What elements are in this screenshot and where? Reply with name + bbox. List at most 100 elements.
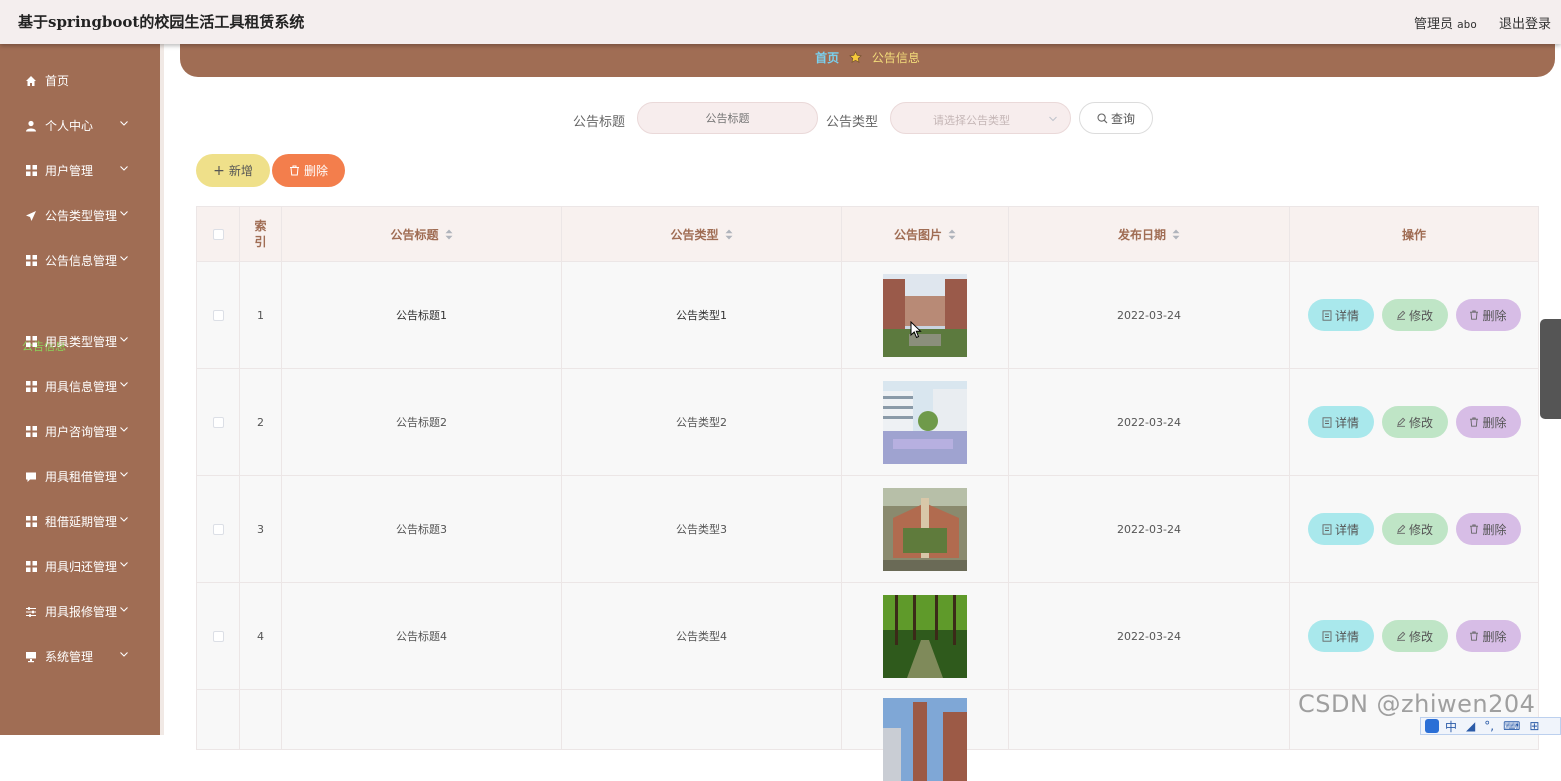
chevron-down-icon [120,517,128,522]
batch-delete-button[interactable]: 删除 [272,154,345,187]
sidebar-item-tool-return-management[interactable]: 用具归还管理 [0,544,160,589]
search-icon [1097,112,1108,123]
detail-button[interactable]: 详情 [1307,620,1374,652]
edit-button[interactable]: 修改 [1381,299,1448,331]
cell-title: 公告标题1 [282,262,562,368]
edit-icon [1396,524,1406,534]
notice-image[interactable] [883,698,967,781]
chevron-down-icon [120,382,128,387]
ime-quote[interactable]: °, [1484,719,1494,733]
breadcrumb-home[interactable]: 首页 [815,51,839,65]
notice-image[interactable] [883,273,967,357]
grid-icon [25,336,37,348]
edit-button[interactable]: 修改 [1381,513,1448,545]
notice-image[interactable] [883,594,967,678]
current-user: 管理员 abo [1414,17,1481,32]
detail-button[interactable]: 详情 [1307,299,1374,331]
sort-icon[interactable] [1172,229,1180,240]
row-checkbox[interactable] [212,416,224,428]
query-button-label: 查询 [1110,111,1135,126]
edit-button[interactable]: 修改 [1381,406,1448,438]
sidebar-item-tool-rental-management[interactable]: 用具租借管理 [0,454,160,499]
select-all-cell [197,207,240,261]
breadcrumb: 首页 公告信息 [180,49,1555,67]
add-button[interactable]: + 新增 [196,154,270,187]
delete-button[interactable]: 删除 [1455,513,1521,545]
row-checkbox[interactable] [212,630,224,642]
sidebar-item-notice-info-management[interactable]: 公告信息管理 [0,238,160,283]
header-title[interactable]: 公告标题 [282,207,562,261]
row-checkbox[interactable] [212,309,224,321]
sort-icon[interactable] [948,229,956,240]
grid-icon [25,165,37,177]
sliders-icon [25,606,37,618]
sidebar-item-label: 用具归还管理 [45,560,118,574]
chevron-down-icon [120,562,128,567]
cell-date: 2022-03-24 [1009,369,1290,475]
chevron-down-icon [1049,116,1057,122]
sort-icon[interactable] [445,229,453,240]
sidebar-item-notice-type-management[interactable]: 公告类型管理 [0,193,160,238]
header-type[interactable]: 公告类型 [562,207,842,261]
sidebar-item-system-management[interactable]: 系统管理 [0,634,160,679]
edit-button-label: 修改 [1408,308,1433,323]
plus-icon: + [213,162,225,179]
ime-toolbar[interactable]: 中 ◢ °, ⌨ ⊞ [1420,717,1561,735]
edit-icon [1396,417,1406,427]
sort-icon[interactable] [725,229,733,240]
delete-button[interactable]: 删除 [1455,406,1521,438]
sidebar-divider [160,44,164,735]
detail-button[interactable]: 详情 [1307,406,1374,438]
detail-button[interactable]: 详情 [1307,513,1374,545]
delete-button[interactable]: 删除 [1455,299,1521,331]
detail-button-label: 详情 [1334,308,1359,323]
delete-button[interactable]: 删除 [1455,620,1521,652]
star-icon [849,51,862,67]
cell-index: 4 [240,583,282,689]
search-type-placeholder: 请选择公告类型 [933,114,1010,127]
query-button[interactable]: 查询 [1079,102,1153,134]
delete-button-label: 删除 [1482,629,1507,644]
select-all-checkbox[interactable] [212,228,224,240]
batch-delete-label: 删除 [303,164,328,178]
chevron-down-icon [120,472,128,477]
sidebar-item-user-consult-management[interactable]: 用户咨询管理 [0,409,160,454]
sidebar-item-label: 首页 [45,74,70,88]
delete-button-label: 删除 [1482,522,1507,537]
search-type-select[interactable]: 请选择公告类型 [890,102,1071,134]
notice-image[interactable] [883,487,967,571]
header-date[interactable]: 发布日期 [1009,207,1290,261]
ime-mode[interactable]: 中 [1445,718,1457,735]
sidebar-item-tool-repair-management[interactable]: 用具报修管理 [0,589,160,634]
grid-icon [25,426,37,438]
sidebar-item-rental-extension-management[interactable]: 租借延期管理 [0,499,160,544]
table-row: 4 公告标题4 公告类型4 2022-03-24 详情 修改 删除 [196,583,1539,690]
edit-button[interactable]: 修改 [1381,620,1448,652]
search-title-input[interactable] [637,102,818,134]
header-image-label: 公告图片 [893,227,942,242]
chevron-down-icon [120,211,128,216]
row-checkbox[interactable] [212,523,224,535]
side-panel-toggle[interactable] [1540,319,1561,419]
table-row: 2 公告标题2 公告类型2 2022-03-24 详情 修改 删除 [196,369,1539,476]
sidebar-item-tool-info-management[interactable]: 用具信息管理 [0,364,160,409]
sidebar: 首页 个人中心 用户管理 公告类型管理 公告信息管理 公告信息 用具类型管理 用… [0,44,160,735]
grid-icon [25,516,37,528]
app-title: 基于springboot的校园生活工具租赁系统 [18,13,305,31]
trash-icon [1470,631,1479,641]
table-row: 3 公告标题3 公告类型3 2022-03-24 详情 修改 删除 [196,476,1539,583]
keyboard-icon[interactable]: ⌨ [1503,719,1520,733]
notice-image[interactable] [883,380,967,464]
sidebar-item-user-management[interactable]: 用户管理 [0,148,160,193]
sidebar-item-personal-center[interactable]: 个人中心 [0,103,160,148]
header-image[interactable]: 公告图片 [842,207,1009,261]
sidebar-item-home[interactable]: 首页 [0,58,160,103]
notice-table: 索 引 公告标题 公告类型 公告图片 发布日期 操作 1 公告标题1 公告类型1 [196,206,1539,781]
add-button-label: 新增 [228,164,253,178]
logout-button[interactable]: 退出登录 [1499,17,1551,32]
trash-icon [1470,417,1479,427]
sidebar-item-tool-type-management[interactable]: 用具类型管理 [0,319,160,364]
monitor-icon [25,651,37,663]
ime-punct[interactable]: ◢ [1466,719,1475,733]
ime-menu-icon[interactable]: ⊞ [1529,719,1539,733]
